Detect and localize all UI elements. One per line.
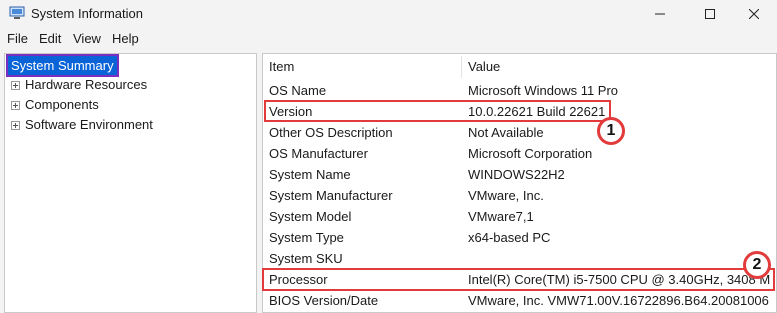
table-row[interactable]: OS Manufacturer Microsoft Corporation: [263, 144, 776, 165]
row-item: OS Name: [269, 83, 327, 98]
row-item: OS Manufacturer: [269, 146, 368, 161]
tree-item-hardware-resources[interactable]: Hardware Resources: [11, 76, 147, 94]
row-value: Not Available: [468, 125, 544, 140]
menu-view[interactable]: View: [73, 31, 101, 46]
minimize-icon: [655, 13, 665, 15]
row-value: Microsoft Corporation: [468, 146, 593, 161]
column-header-value[interactable]: Value: [468, 54, 500, 80]
tree-item-system-summary[interactable]: System Summary: [6, 54, 119, 77]
table-row[interactable]: System Type x64-based PC: [263, 228, 776, 249]
row-item: BIOS Version/Date: [269, 293, 379, 308]
row-item: System Manufacturer: [269, 188, 393, 203]
menu-help[interactable]: Help: [112, 31, 139, 46]
table-row[interactable]: System SKU: [263, 249, 776, 270]
menu-bar: File Edit View Help: [0, 28, 777, 50]
row-value: x64-based PC: [468, 230, 551, 245]
row-value: VMware, Inc.: [468, 188, 544, 203]
row-item: Other OS Description: [269, 125, 393, 140]
column-divider[interactable]: [461, 56, 462, 78]
tree-item-label: Software Environment: [25, 117, 153, 132]
window-title: System Information: [31, 6, 143, 21]
row-value: VMware, Inc. VMW71.00V.16722896.B64.2008…: [468, 293, 769, 308]
maximize-icon: [705, 9, 715, 19]
table-row[interactable]: BIOS Version/Date VMware, Inc. VMW71.00V…: [263, 291, 776, 312]
row-value: WINDOWS22H2: [468, 167, 565, 182]
menu-edit[interactable]: Edit: [39, 31, 61, 46]
system-info-icon: [9, 6, 25, 19]
row-value: VMware7,1: [468, 209, 534, 224]
expand-icon[interactable]: [11, 120, 20, 130]
row-value: Microsoft Windows 11 Pro: [468, 83, 619, 98]
close-button[interactable]: [731, 0, 777, 28]
table-row[interactable]: System Manufacturer VMware, Inc.: [263, 186, 776, 207]
tree-item-label: Hardware Resources: [25, 77, 148, 92]
callout-badge-2: 2: [743, 251, 771, 279]
expand-icon[interactable]: [11, 80, 20, 90]
title-bar: System Information: [0, 0, 777, 28]
row-item: System Name: [269, 167, 351, 182]
minimize-button[interactable]: [637, 0, 683, 28]
table-row[interactable]: Other OS Description Not Available: [263, 123, 776, 144]
column-header-item[interactable]: Item: [269, 54, 294, 80]
table-row[interactable]: System Name WINDOWS22H2: [263, 165, 776, 186]
callout-badge-1: 1: [597, 117, 625, 145]
category-tree[interactable]: System Summary Hardware Resources Compon…: [4, 53, 257, 313]
processor-highlight-box: [262, 268, 775, 291]
expand-icon[interactable]: [11, 100, 20, 110]
menu-file[interactable]: File: [7, 31, 28, 46]
table-row[interactable]: System Model VMware7,1: [263, 207, 776, 228]
maximize-button[interactable]: [687, 0, 733, 28]
tree-item-label: Components: [25, 97, 99, 112]
row-item: System Type: [269, 230, 344, 245]
table-row[interactable]: OS Name Microsoft Windows 11 Pro: [263, 81, 776, 102]
close-icon: [749, 9, 759, 19]
row-item: System Model: [269, 209, 352, 224]
row-item: System SKU: [269, 251, 343, 266]
tree-item-components[interactable]: Components: [11, 96, 99, 114]
version-highlight-box: [264, 100, 611, 122]
tree-item-software-environment[interactable]: Software Environment: [11, 116, 153, 134]
